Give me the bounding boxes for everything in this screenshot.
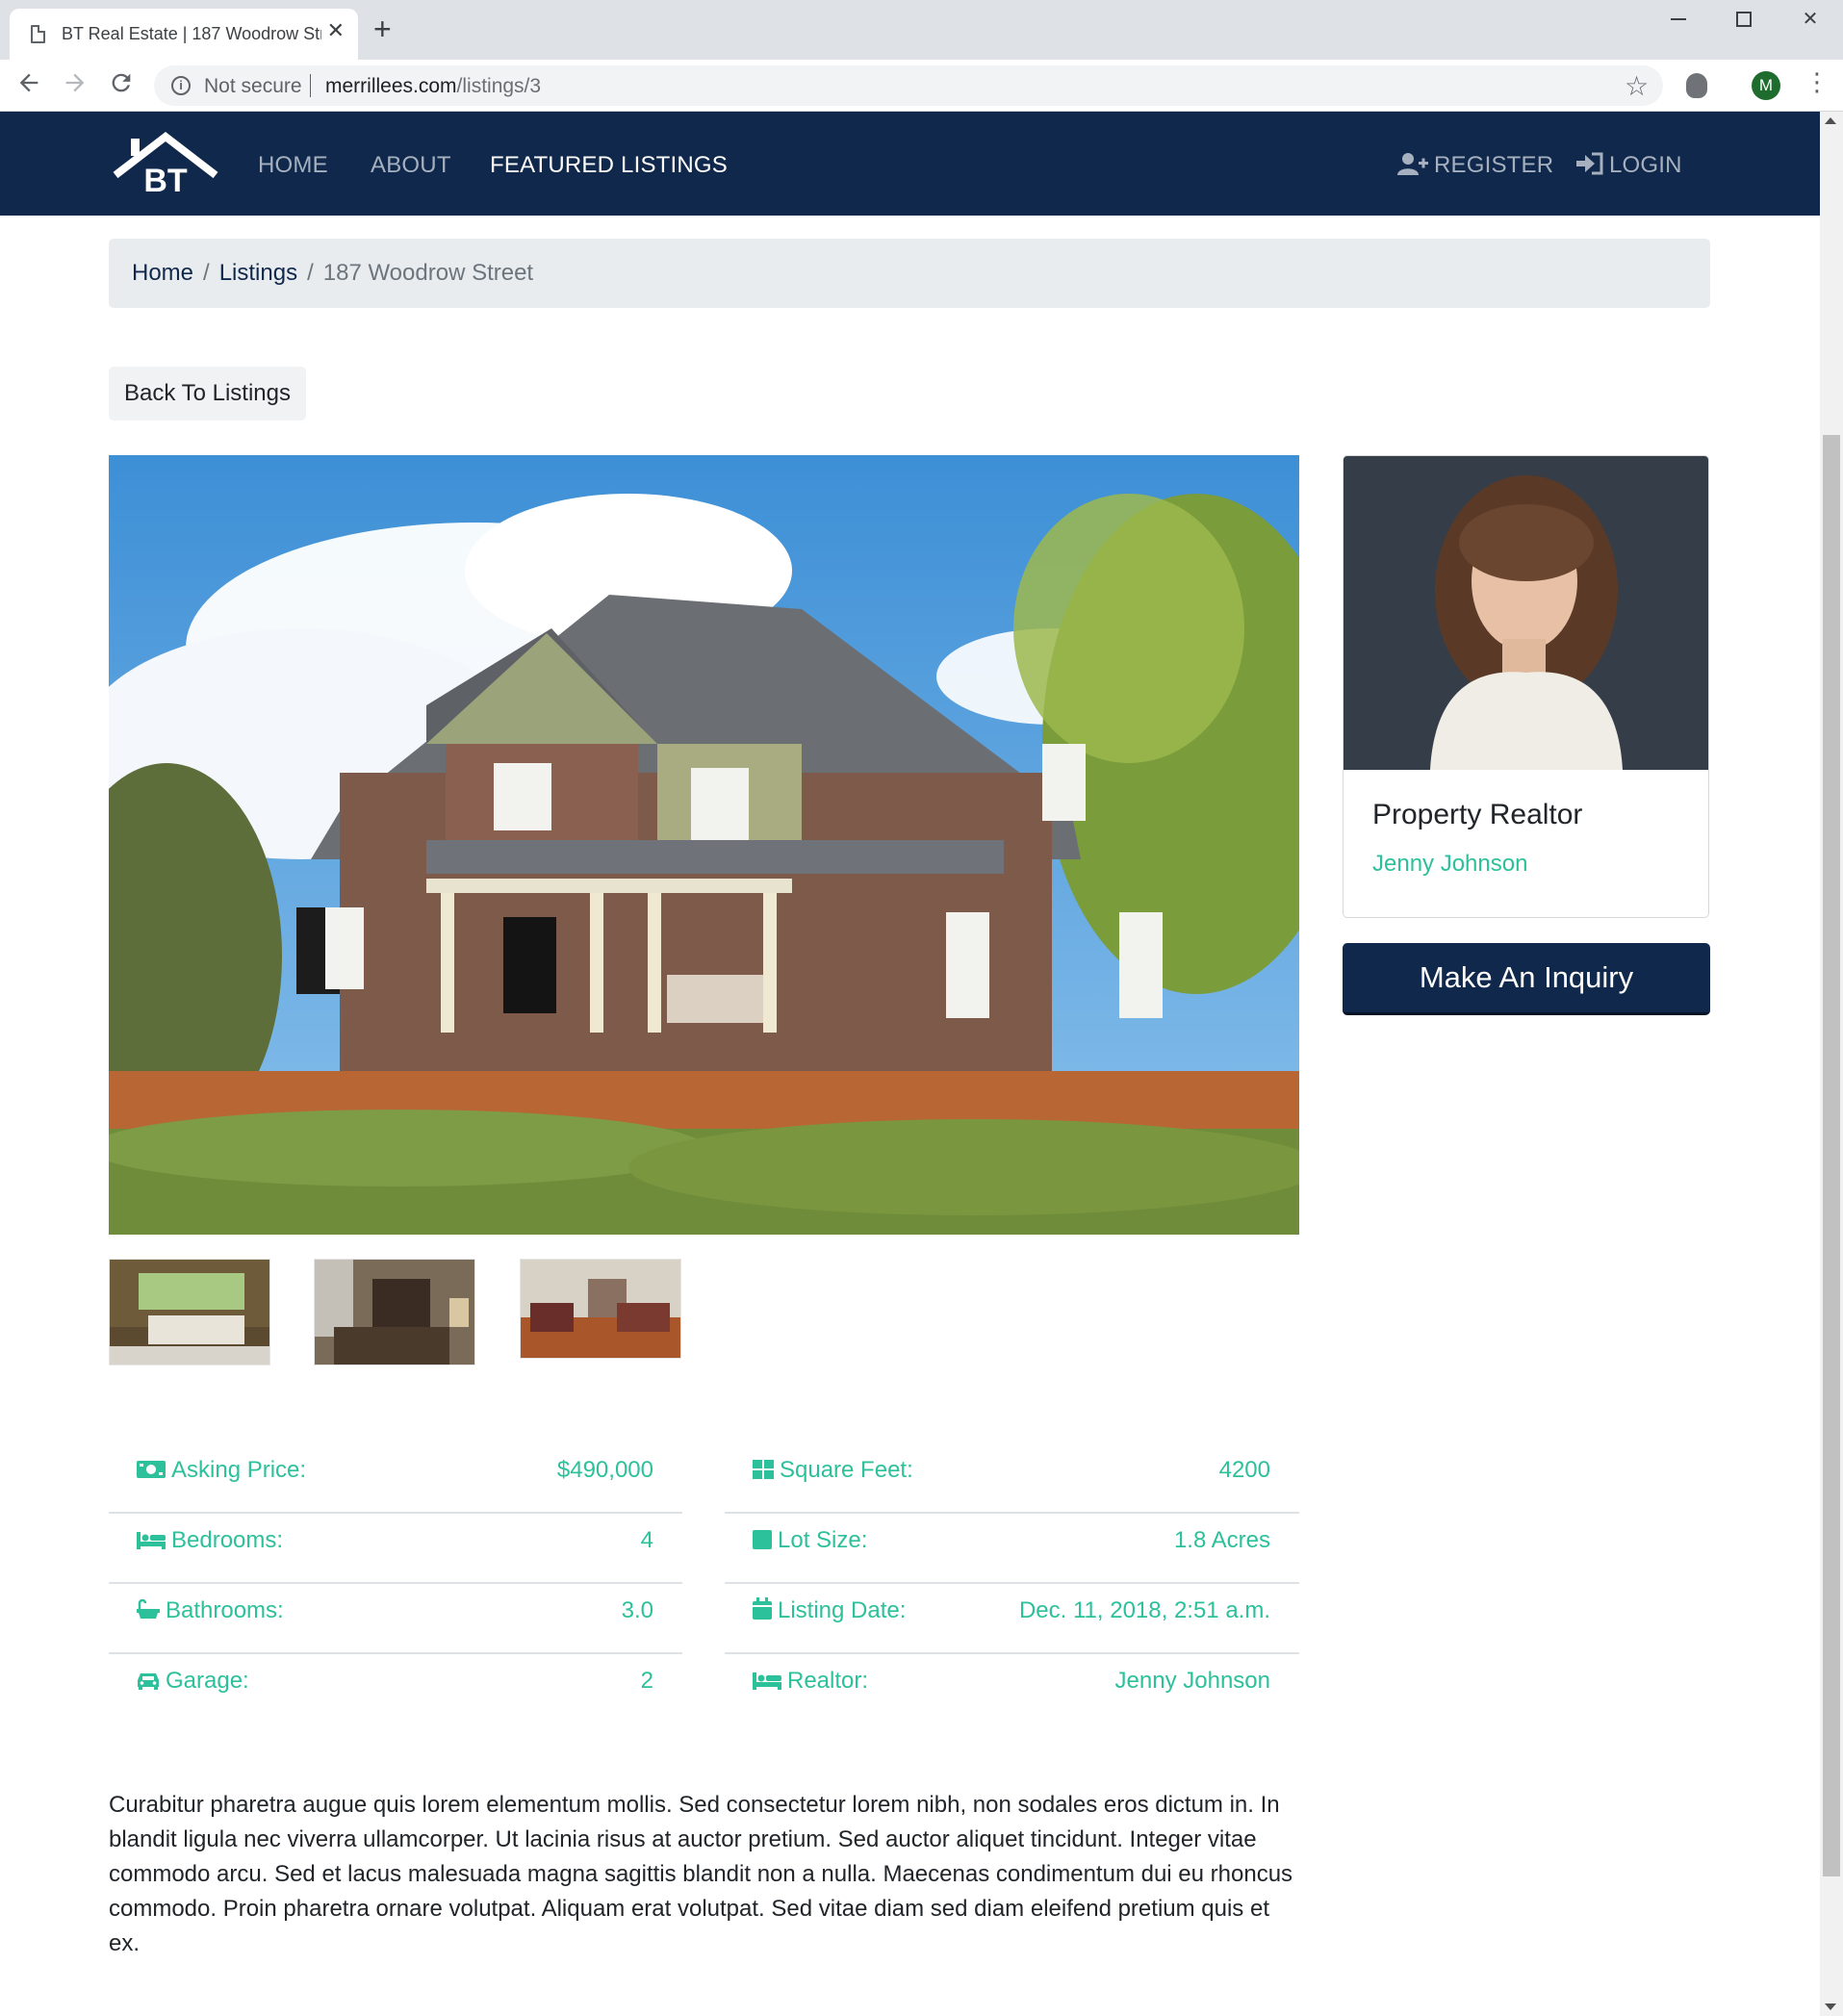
omnibox-divider: [310, 74, 311, 97]
close-window-icon[interactable]: ✕: [1779, 0, 1841, 38]
url-host: merrillees.com: [325, 75, 457, 97]
realtor-heading: Property Realtor: [1372, 799, 1583, 830]
scroll-down-arrow-icon[interactable]: [1825, 2003, 1836, 2010]
browser-tabstrip: BT Real Estate | 187 Woodrow Street ✕ + …: [0, 0, 1843, 60]
forward-arrow-icon[interactable]: [62, 69, 89, 101]
document-icon: [31, 25, 45, 43]
detail-label: Bedrooms:: [136, 1527, 283, 1554]
detail-value: 2: [640, 1668, 653, 1694]
detail-square-feet: Square Feet: 4200: [725, 1443, 1299, 1514]
listing-thumbnail[interactable]: [314, 1259, 475, 1365]
bt-logo[interactable]: BT: [112, 131, 219, 199]
detail-label-text: Garage:: [166, 1668, 249, 1694]
reload-icon[interactable]: [108, 69, 135, 101]
detail-label-text: Bathrooms:: [166, 1597, 284, 1623]
profile-avatar[interactable]: M: [1752, 71, 1780, 100]
user-plus-icon: [1397, 153, 1428, 175]
scroll-up-arrow-icon[interactable]: [1825, 117, 1836, 124]
detail-value: Dec. 11, 2018, 2:51 a.m.: [1018, 1597, 1270, 1623]
url-text[interactable]: merrillees.com/listings/3: [325, 75, 541, 98]
listing-description: Curabitur pharetra augue quis lorem elem…: [109, 1792, 1293, 1956]
detail-label: Listing Date:: [752, 1597, 906, 1624]
back-to-listings-button[interactable]: Back To Listings: [109, 367, 306, 421]
detail-label: Garage:: [136, 1668, 249, 1695]
register-label: REGISTER: [1434, 152, 1554, 178]
new-tab-icon[interactable]: +: [373, 13, 392, 44]
detail-value: Jenny Johnson: [1114, 1668, 1270, 1694]
detail-value: 1.8 Acres: [1173, 1527, 1270, 1553]
nav-login[interactable]: LOGIN: [1576, 152, 1682, 179]
back-arrow-icon[interactable]: [15, 69, 42, 101]
listing-thumbnail[interactable]: [520, 1259, 681, 1359]
breadcrumb-home[interactable]: Home: [132, 260, 193, 286]
detail-lot-size: Lot Size: 1.8 Acres: [725, 1514, 1299, 1584]
detail-value: $490,000: [556, 1457, 653, 1483]
make-inquiry-button[interactable]: Make An Inquiry: [1343, 943, 1710, 1015]
calendar-icon: [753, 1597, 772, 1620]
th-large-icon: [753, 1460, 774, 1479]
nav-about[interactable]: ABOUT: [371, 152, 451, 179]
breadcrumb-current: 187 Woodrow Street: [322, 260, 534, 286]
car-icon: [138, 1673, 159, 1690]
listing-main-image[interactable]: [109, 455, 1299, 1235]
detail-value: 3.0: [621, 1597, 653, 1623]
tab-title: BT Real Estate | 187 Woodrow Street: [62, 24, 321, 43]
detail-label-text: Asking Price:: [171, 1457, 307, 1483]
detail-bedrooms: Bedrooms: 4: [109, 1514, 682, 1584]
maximize-icon[interactable]: [1713, 0, 1775, 38]
security-label[interactable]: Not secure: [204, 75, 302, 98]
nav-home[interactable]: HOME: [258, 152, 328, 179]
detail-label-text: Square Feet:: [780, 1457, 913, 1483]
scrollbar-thumb[interactable]: [1823, 435, 1840, 1876]
site-navbar: BT HOME ABOUT FEATURED LISTINGS REGISTER…: [0, 112, 1820, 216]
details-list-right: Square Feet: 4200 Lot Size: 1.8 Acres Li…: [725, 1443, 1299, 1724]
bookmark-star-icon[interactable]: ☆: [1625, 70, 1649, 102]
square-icon: [753, 1530, 772, 1549]
detail-label: Lot Size:: [752, 1527, 867, 1554]
extension-bug-icon[interactable]: [1686, 73, 1707, 98]
detail-value: 4200: [1218, 1457, 1270, 1483]
realtor-name[interactable]: Jenny Johnson: [1372, 851, 1527, 878]
close-tab-icon[interactable]: ✕: [327, 20, 345, 41]
detail-label-text: Listing Date:: [778, 1597, 907, 1623]
browser-menu-icon[interactable]: ⋮: [1805, 69, 1830, 94]
breadcrumb-separator: /: [307, 260, 314, 286]
detail-listing-date: Listing Date: Dec. 11, 2018, 2:51 a.m.: [725, 1584, 1299, 1654]
nav-featured-listings[interactable]: FEATURED LISTINGS: [490, 152, 728, 179]
address-bar[interactable]: i Not secure merrillees.com/listings/3 ☆: [154, 65, 1663, 106]
realtor-card: Property Realtor Jenny Johnson: [1343, 455, 1709, 918]
detail-label: Asking Price:: [136, 1457, 306, 1484]
detail-label: Square Feet:: [752, 1457, 913, 1484]
breadcrumb: Home / Listings / 187 Woodrow Street: [109, 239, 1710, 308]
bed-icon: [137, 1532, 166, 1549]
detail-label-text: Bedrooms:: [171, 1527, 284, 1553]
detail-bathrooms: Bathrooms: 3.0: [109, 1584, 682, 1654]
browser-toolbar: i Not secure merrillees.com/listings/3 ☆…: [0, 60, 1843, 112]
bed-icon: [753, 1672, 781, 1690]
detail-label-text: Lot Size:: [778, 1527, 868, 1553]
sign-in-icon: [1576, 152, 1603, 175]
detail-realtor: Realtor: Jenny Johnson: [725, 1654, 1299, 1724]
logo-text: BT: [143, 163, 188, 198]
listing-thumbnail[interactable]: [109, 1259, 270, 1365]
minimize-icon[interactable]: [1648, 0, 1709, 38]
breadcrumb-listings[interactable]: Listings: [219, 260, 297, 286]
breadcrumb-separator: /: [203, 260, 210, 286]
detail-value: 4: [640, 1527, 653, 1553]
detail-label: Bathrooms:: [136, 1597, 284, 1624]
details-list-left: Asking Price: $490,000 Bedrooms: 4 Bathr…: [109, 1443, 682, 1724]
bath-icon: [137, 1599, 160, 1619]
detail-label: Realtor:: [752, 1668, 868, 1695]
detail-asking-price: Asking Price: $490,000: [109, 1443, 682, 1514]
detail-label-text: Realtor:: [787, 1668, 869, 1694]
url-path: /listings/3: [456, 75, 542, 97]
money-icon: [137, 1461, 166, 1478]
browser-tab[interactable]: BT Real Estate | 187 Woodrow Street ✕: [10, 9, 358, 60]
detail-garage: Garage: 2: [109, 1654, 682, 1724]
realtor-photo: [1344, 456, 1708, 770]
login-label: LOGIN: [1609, 152, 1682, 178]
nav-register[interactable]: REGISTER: [1397, 152, 1553, 179]
info-icon[interactable]: i: [171, 76, 191, 95]
